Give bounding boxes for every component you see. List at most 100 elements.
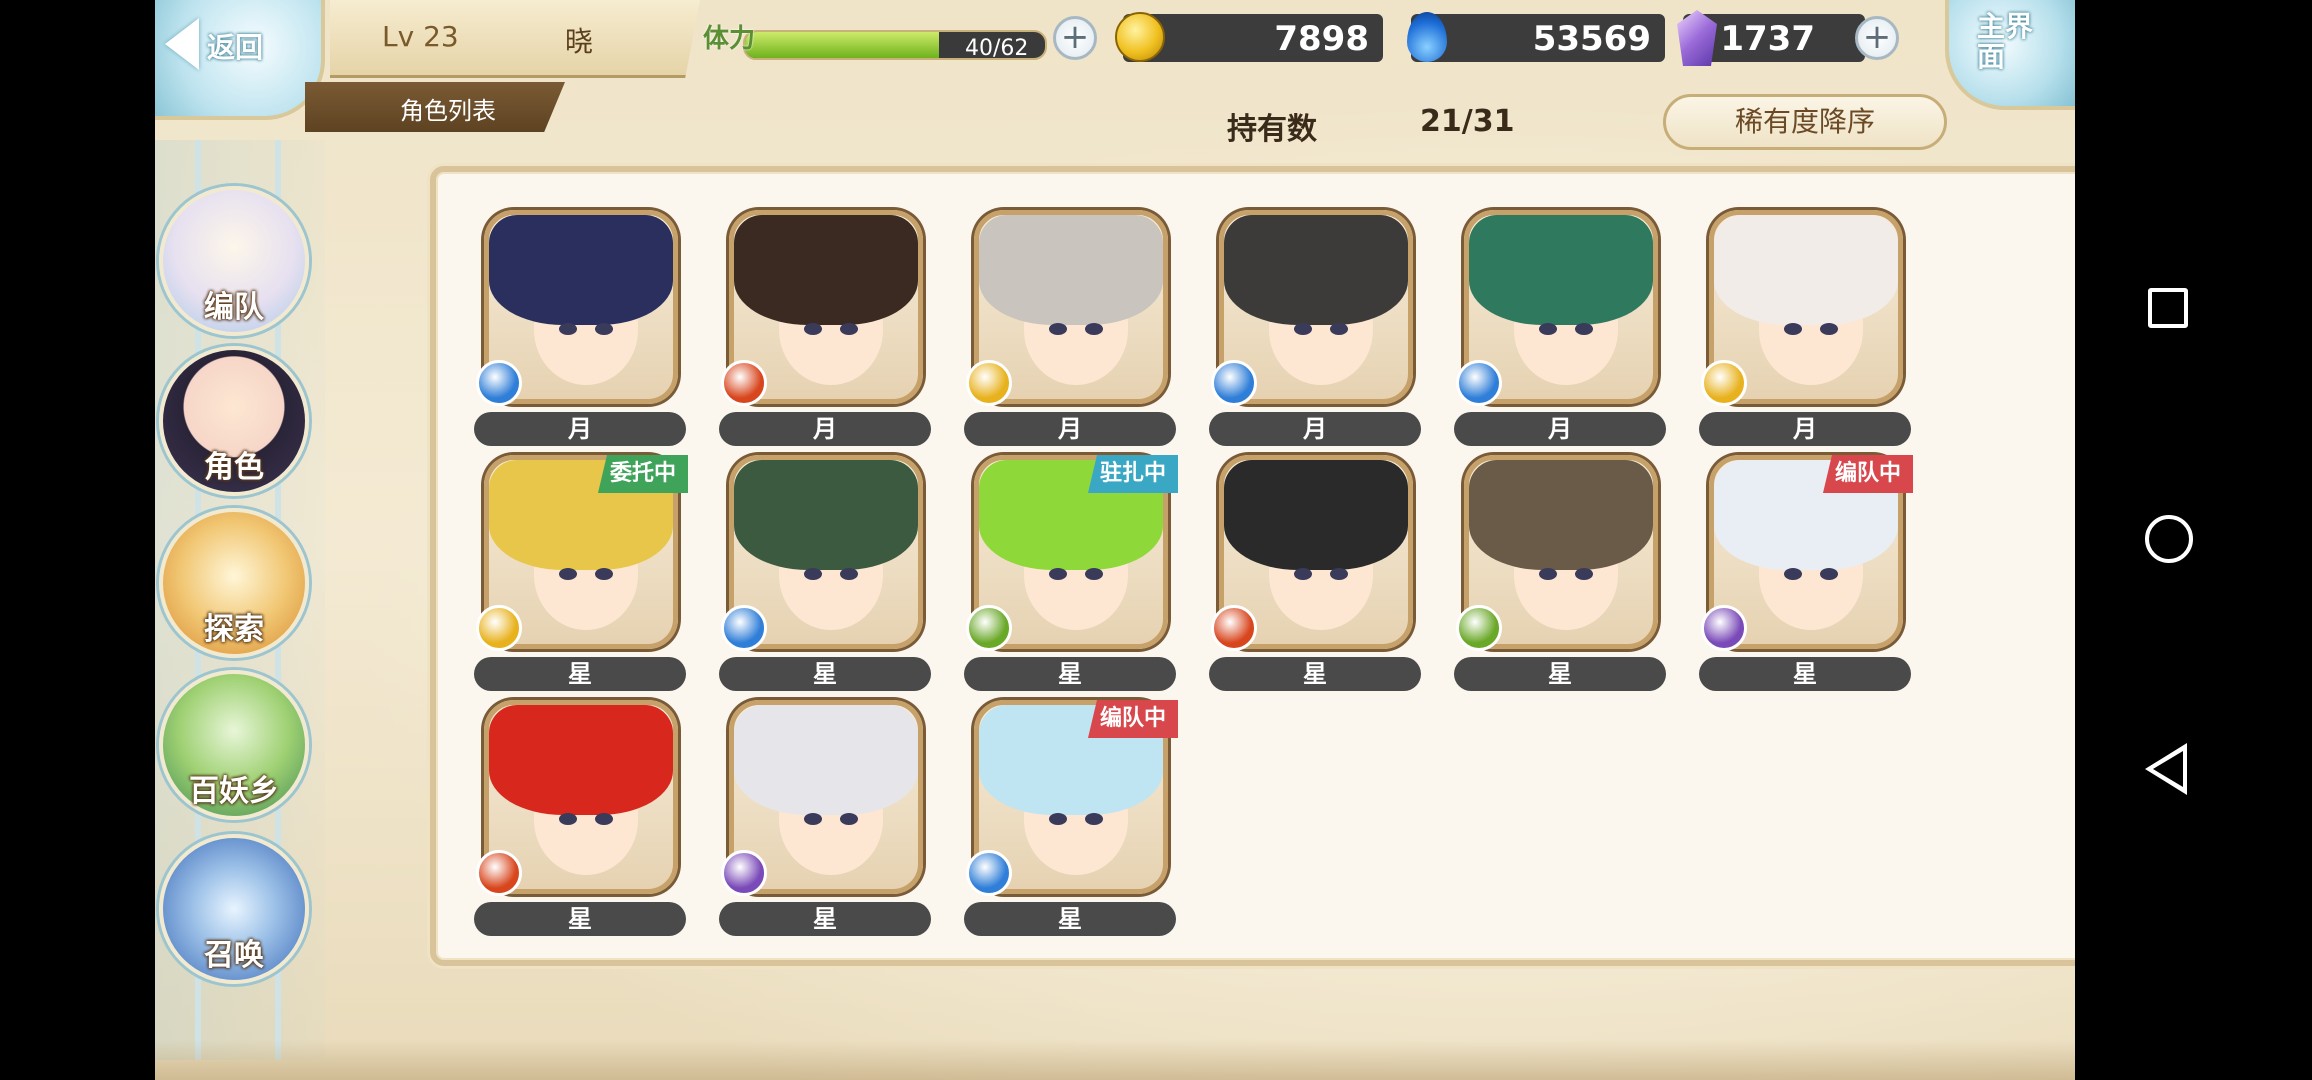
- fire-element-icon: [476, 850, 522, 896]
- character-card[interactable]: 星: [1209, 455, 1421, 705]
- portrait-hair: [734, 460, 918, 571]
- character-card[interactable]: 星 编队中: [1699, 455, 1913, 705]
- character-grade: 星: [719, 902, 931, 936]
- portrait-eye: [840, 813, 858, 825]
- portrait-eye: [595, 323, 613, 335]
- character-card[interactable]: 月: [1209, 210, 1421, 460]
- character-card[interactable]: 月: [474, 210, 686, 460]
- gem-value: 1737: [1720, 19, 1815, 59]
- coin-icon: [1115, 12, 1165, 62]
- android-nav-bar: [2075, 0, 2312, 1080]
- player-level: Lv 23: [382, 20, 459, 53]
- portrait-eye: [1330, 568, 1348, 580]
- character-card[interactable]: 月: [719, 210, 931, 460]
- portrait-eye: [595, 568, 613, 580]
- portrait-eye: [840, 323, 858, 335]
- sort-button[interactable]: 稀有度降序: [1663, 94, 1947, 150]
- home-icon[interactable]: [2145, 515, 2193, 563]
- portrait-hair: [1714, 215, 1898, 326]
- character-grade: 星: [1454, 657, 1666, 691]
- main-menu-label: 主界面: [1977, 10, 2034, 73]
- character-card[interactable]: 星 编队中: [964, 700, 1178, 950]
- nav-village[interactable]: 百妖乡: [159, 670, 309, 820]
- portrait-eye: [1049, 323, 1067, 335]
- main-menu-button[interactable]: 主界面: [1945, 0, 2075, 110]
- spirit-counter: 53569: [1407, 12, 1665, 62]
- character-card[interactable]: 星: [719, 455, 931, 705]
- nav-team-label: 编队: [204, 290, 264, 325]
- back-arrow-icon: [165, 18, 199, 70]
- dark-element-icon: [721, 850, 767, 896]
- portrait-hair: [979, 215, 1163, 326]
- portrait-eye: [595, 813, 613, 825]
- gem-counter: 1737: [1677, 10, 1865, 66]
- water-element-icon: [1456, 360, 1502, 406]
- light-element-icon: [1701, 360, 1747, 406]
- roster-panel: 月月月月月月星委托中星星驻扎中星星星编队中星星星编队中: [430, 166, 2075, 966]
- nav-team[interactable]: 编队: [159, 186, 309, 336]
- character-grade: 月: [1454, 412, 1666, 446]
- character-card[interactable]: 月: [1699, 210, 1911, 460]
- portrait-eye: [1575, 323, 1593, 335]
- coin-value: 7898: [1274, 19, 1369, 59]
- portrait-eye: [1539, 323, 1557, 335]
- status-tag: 驻扎中: [1087, 455, 1178, 493]
- character-card[interactable]: 月: [964, 210, 1176, 460]
- nav-explore-label: 探索: [204, 612, 264, 647]
- character-grade: 星: [1699, 657, 1911, 691]
- portrait-hair: [734, 215, 918, 326]
- character-grade: 月: [1209, 412, 1421, 446]
- character-grade: 星: [474, 902, 686, 936]
- portrait-hair: [1469, 215, 1653, 326]
- back-button[interactable]: 返回: [155, 0, 325, 120]
- character-card[interactable]: 星: [474, 700, 686, 950]
- portrait-eye: [1085, 568, 1103, 580]
- character-card[interactable]: 星 驻扎中: [964, 455, 1178, 705]
- owned-value: 21/31: [1420, 104, 1515, 139]
- fire-element-icon: [721, 360, 767, 406]
- stamina-bar: 体力 40/62 +: [703, 14, 1103, 64]
- portrait-eye: [559, 568, 577, 580]
- character-card[interactable]: 星: [719, 700, 931, 950]
- portrait-eye: [1784, 323, 1802, 335]
- portrait-eye: [804, 813, 822, 825]
- character-card[interactable]: 星: [1454, 455, 1666, 705]
- character-card[interactable]: 月: [1454, 210, 1666, 460]
- portrait-eye: [559, 813, 577, 825]
- portrait-eye: [1784, 568, 1802, 580]
- wind-element-icon: [966, 605, 1012, 651]
- nav-explore[interactable]: 探索: [159, 508, 309, 658]
- portrait-eye: [804, 323, 822, 335]
- nav-character[interactable]: 角色: [159, 346, 309, 496]
- character-grade: 月: [1699, 412, 1911, 446]
- back-label: 返回: [207, 31, 264, 64]
- portrait-eye: [1820, 568, 1838, 580]
- light-element-icon: [476, 605, 522, 651]
- back-icon[interactable]: [2145, 743, 2187, 795]
- add-stamina-button[interactable]: +: [1053, 16, 1097, 60]
- portrait-eye: [1820, 323, 1838, 335]
- coin-counter: 7898: [1115, 12, 1383, 62]
- portrait-eye: [804, 568, 822, 580]
- portrait-eye: [1294, 568, 1312, 580]
- water-element-icon: [966, 850, 1012, 896]
- portrait-hair: [734, 705, 918, 816]
- portrait-hair: [1469, 460, 1653, 571]
- character-card[interactable]: 星 委托中: [474, 455, 688, 705]
- character-grade: 星: [474, 657, 686, 691]
- water-element-icon: [721, 605, 767, 651]
- add-gems-button[interactable]: +: [1855, 16, 1899, 60]
- nav-summon-label: 召唤: [204, 938, 264, 973]
- nav-summon[interactable]: 召唤: [159, 834, 309, 984]
- spirit-value: 53569: [1532, 19, 1651, 59]
- nav-character-label: 角色: [204, 450, 264, 485]
- stamina-fill: [745, 32, 939, 58]
- top-bar: 返回 Lv 23 晓 角色列表 体力 40/62 + 7898 53569 17…: [155, 0, 2075, 132]
- portrait-hair: [489, 215, 673, 326]
- character-grade: 月: [964, 412, 1176, 446]
- recent-apps-icon[interactable]: [2148, 288, 2188, 328]
- status-tag: 委托中: [597, 455, 688, 493]
- character-grade: 星: [1209, 657, 1421, 691]
- blue-flame-icon: [1407, 12, 1447, 62]
- page-title: 角色列表: [305, 82, 565, 132]
